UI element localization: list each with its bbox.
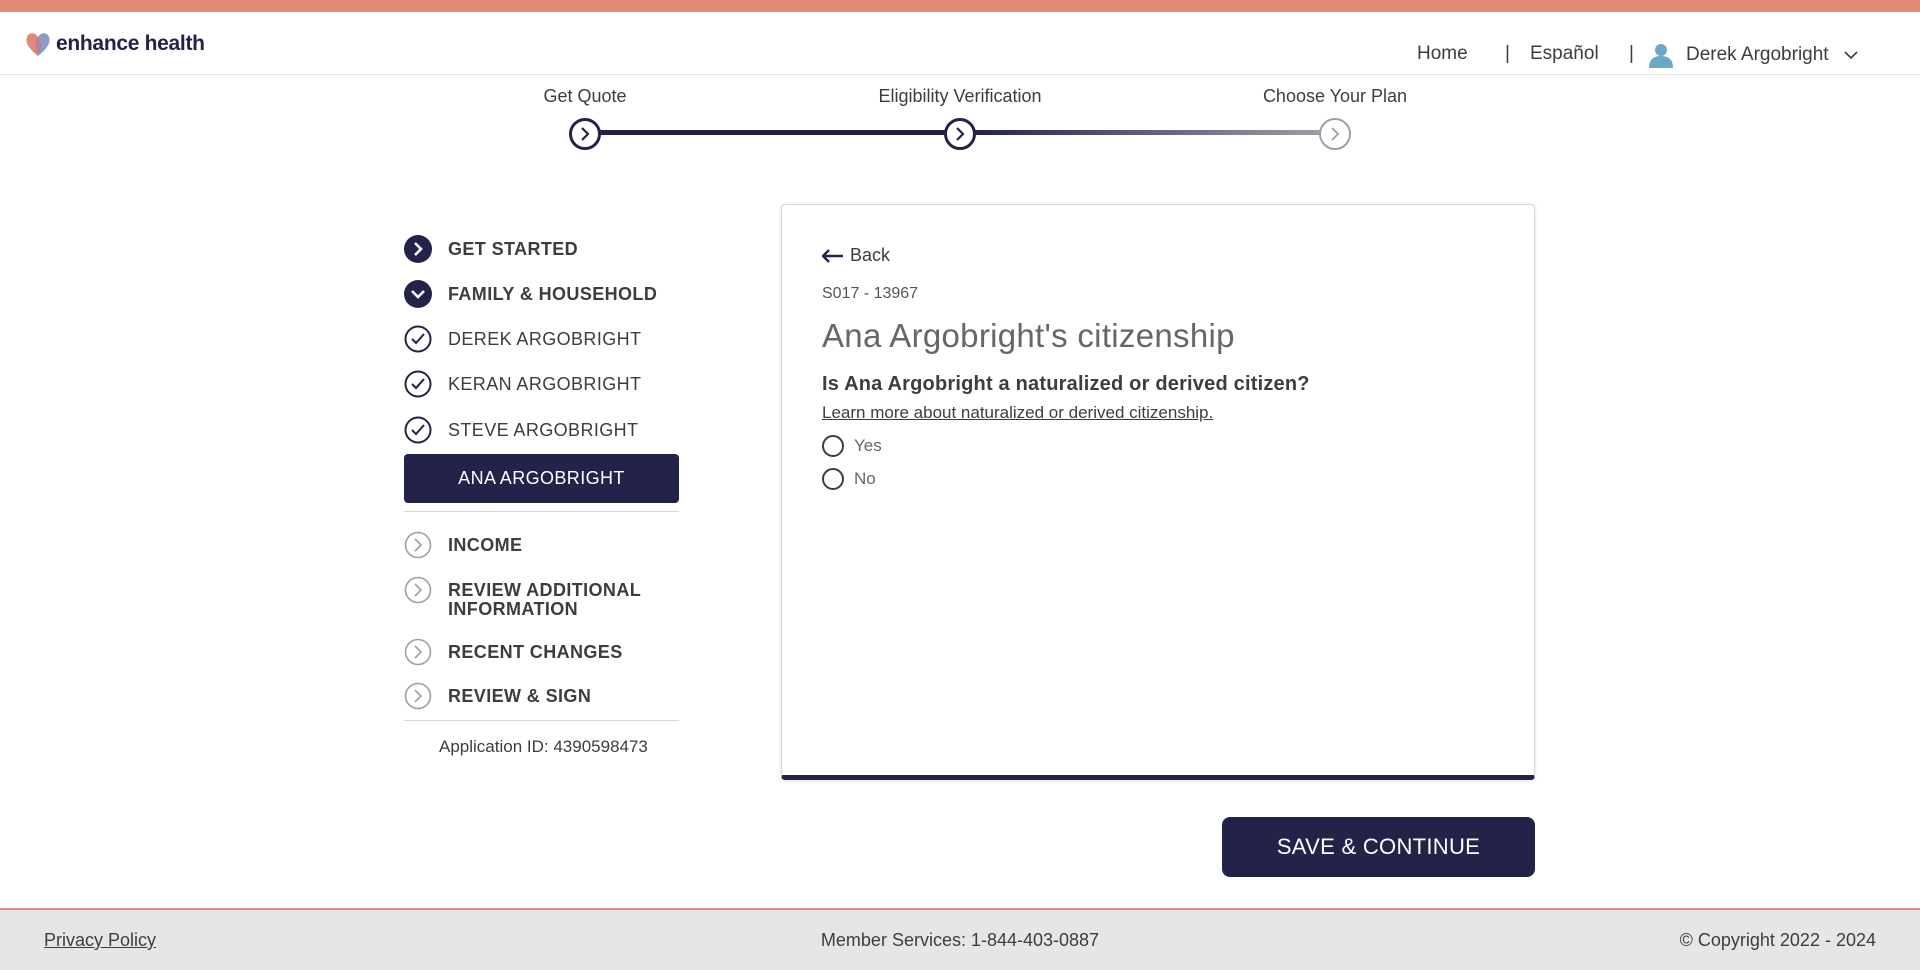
sidebar-item-label: GET STARTED bbox=[448, 239, 579, 259]
back-link[interactable]: Back bbox=[822, 245, 890, 266]
progress-step-label: Get Quote bbox=[543, 86, 627, 106]
chevron-right-icon bbox=[956, 127, 965, 141]
brand-name: enhance health bbox=[56, 32, 205, 55]
nav-separator: | bbox=[1629, 43, 1634, 64]
chevron-right-icon bbox=[1331, 127, 1340, 141]
sidebar-item-steve[interactable]: STEVE ARGOBRIGHT bbox=[404, 416, 638, 446]
sidebar-item-ana-active[interactable]: ANA ARGOBRIGHT bbox=[404, 454, 679, 503]
sidebar-item-label: KERAN ARGOBRIGHT bbox=[448, 374, 642, 394]
chevron-right-circle-outline-icon bbox=[404, 638, 432, 666]
progress-step-node bbox=[569, 118, 601, 150]
sidebar-item-label: REVIEW & SIGN bbox=[448, 686, 592, 706]
chevron-right-circle-outline-icon bbox=[404, 682, 432, 710]
sidebar-item-income[interactable]: INCOME bbox=[404, 531, 522, 561]
radio-label: Yes bbox=[854, 436, 882, 455]
screen-code: S017 - 13967 bbox=[822, 285, 919, 302]
radio-label: No bbox=[854, 469, 876, 488]
radio-no[interactable]: No bbox=[822, 468, 876, 490]
question-text: Is Ana Argobright a naturalized or deriv… bbox=[822, 373, 1310, 395]
progress-step-node bbox=[1319, 118, 1351, 150]
chevron-right-circle-outline-icon bbox=[404, 531, 432, 559]
arrow-left-icon bbox=[822, 248, 843, 263]
member-services: Member Services: 1-844-403-0887 bbox=[820, 930, 1100, 950]
radio-yes[interactable]: Yes bbox=[822, 435, 882, 457]
sidebar-item-review-additional[interactable]: REVIEW ADDITIONAL INFORMATION bbox=[404, 576, 678, 624]
radio-circle[interactable] bbox=[822, 468, 844, 490]
sidebar-item-recent-changes[interactable]: RECENT CHANGES bbox=[404, 638, 623, 668]
application-id: Application ID: 4390598473 bbox=[439, 737, 648, 756]
progress-line bbox=[974, 130, 1334, 135]
sidebar-item-get-started[interactable]: GET STARTED bbox=[404, 235, 578, 265]
top-accent-bar bbox=[0, 0, 1920, 12]
sidebar-item-label: FAMILY & HOUSEHOLD bbox=[448, 284, 658, 304]
sidebar-item-label: STEVE ARGOBRIGHT bbox=[448, 420, 639, 440]
user-icon bbox=[1649, 44, 1673, 68]
chevron-down-circle-icon bbox=[404, 280, 432, 308]
footer: Privacy Policy Member Services: 1-844-40… bbox=[0, 908, 1920, 970]
sidebar-item-review-sign[interactable]: REVIEW & SIGN bbox=[404, 682, 591, 712]
sidebar-item-label: REVIEW ADDITIONAL INFORMATION bbox=[448, 580, 641, 619]
copyright: © Copyright 2022 - 2024 bbox=[1679, 930, 1876, 950]
back-label: Back bbox=[850, 245, 891, 265]
check-circle-icon bbox=[404, 416, 432, 444]
user-menu[interactable]: Derek Argobright bbox=[1648, 40, 1859, 70]
save-continue-button[interactable]: SAVE & CONTINUE bbox=[1222, 817, 1535, 877]
sidebar-item-label: INCOME bbox=[448, 535, 523, 555]
sidebar-divider bbox=[404, 511, 679, 512]
learn-more-link[interactable]: Learn more about naturalized or derived … bbox=[822, 403, 1213, 423]
sidebar-item-keran[interactable]: KERAN ARGOBRIGHT bbox=[404, 370, 641, 400]
check-circle-icon bbox=[404, 370, 432, 398]
heart-logo-icon bbox=[26, 33, 50, 56]
radio-circle[interactable] bbox=[822, 435, 844, 457]
citizenship-card: Back S017 - 13967 Ana Argobright's citiz… bbox=[781, 204, 1535, 780]
progress-line bbox=[600, 130, 960, 135]
chevron-right-icon bbox=[581, 127, 590, 141]
progress-step-node bbox=[944, 118, 976, 150]
user-name: Derek Argobright bbox=[1686, 44, 1829, 65]
nav-home-link[interactable]: Home bbox=[1417, 43, 1468, 65]
nav-separator: | bbox=[1505, 43, 1510, 64]
check-circle-icon bbox=[404, 325, 432, 353]
sidebar-item-label: RECENT CHANGES bbox=[448, 642, 623, 662]
sidebar-item-family-household[interactable]: FAMILY & HOUSEHOLD bbox=[404, 280, 657, 310]
sidebar-item-label: DEREK ARGOBRIGHT bbox=[448, 329, 642, 349]
page-title: Ana Argobright's citizenship bbox=[822, 317, 1235, 354]
nav-language-link[interactable]: Español bbox=[1530, 43, 1599, 65]
progress-step-label: Choose Your Plan bbox=[1262, 86, 1408, 106]
header: enhance health Home | Español | Derek Ar… bbox=[0, 12, 1920, 75]
chevron-right-circle-icon bbox=[404, 235, 432, 263]
sidebar-item-derek[interactable]: DEREK ARGOBRIGHT bbox=[404, 325, 641, 355]
sidebar-divider bbox=[404, 720, 679, 721]
chevron-right-circle-outline-icon bbox=[404, 576, 432, 604]
progress-step-label: Eligibility Verification bbox=[878, 86, 1042, 106]
chevron-down-icon bbox=[1844, 51, 1858, 60]
logo[interactable]: enhance health bbox=[24, 30, 205, 58]
